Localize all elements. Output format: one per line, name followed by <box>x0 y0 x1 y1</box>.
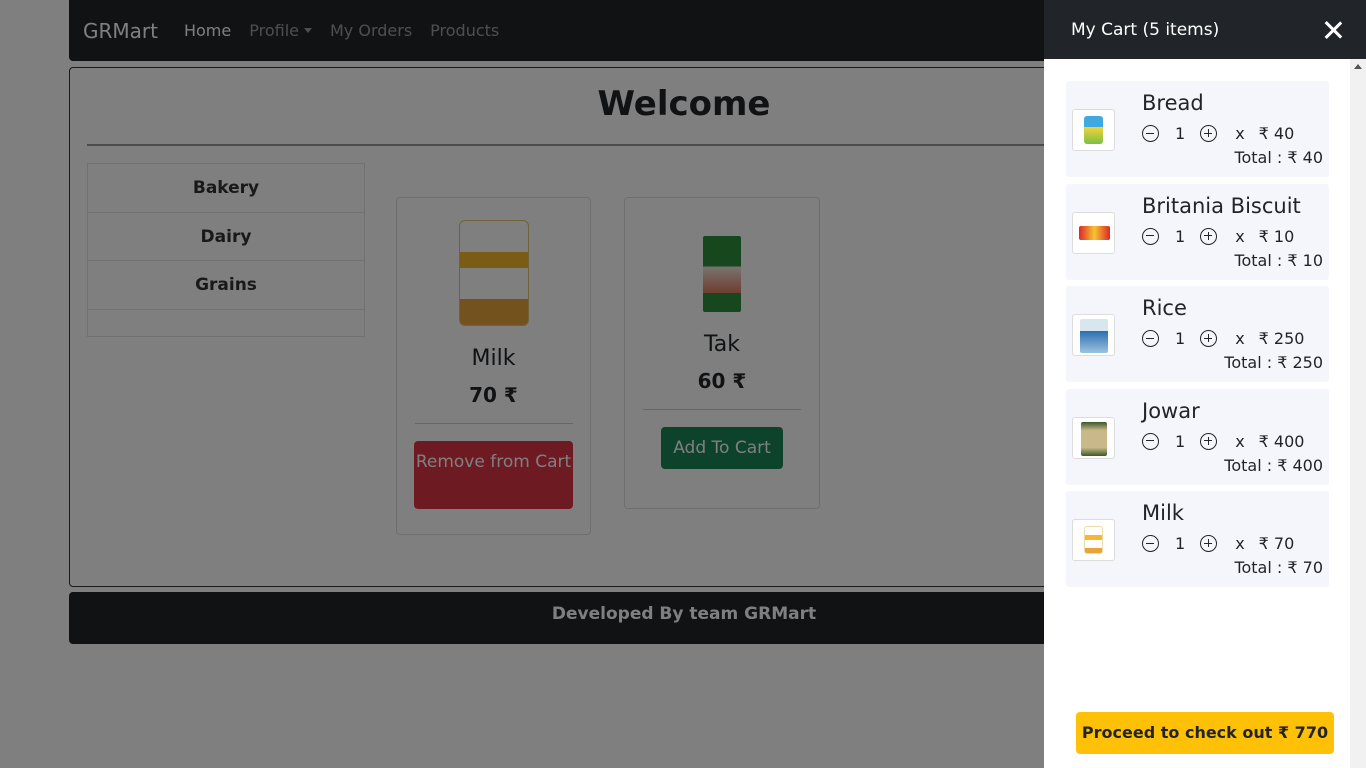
item-total: Total : ₹ 10 <box>1234 250 1323 270</box>
quantity-stepper: 1 x ₹ 40 <box>1142 124 1294 143</box>
plus-circle-icon[interactable] <box>1200 432 1218 450</box>
milk-image <box>1084 526 1103 554</box>
item-unit-price: ₹ 10 <box>1258 226 1295 246</box>
plus-circle-icon[interactable] <box>1200 535 1218 552</box>
item-total: Total : ₹ 400 <box>1224 455 1323 475</box>
item-thumbnail <box>1072 519 1115 561</box>
cart-item-jowar: Jowar 1 x ₹ 400 Total : ₹ 400 <box>1066 388 1329 485</box>
cart-item-milk: Milk 1 x ₹ 70 Total : ₹ 70 <box>1066 491 1329 587</box>
item-quantity: 1 <box>1175 226 1186 246</box>
minus-circle-icon[interactable] <box>1142 227 1159 245</box>
item-quantity: 1 <box>1175 329 1186 348</box>
checkout-button[interactable]: Proceed to check out ₹ 770 <box>1076 712 1334 754</box>
rice-image <box>1080 319 1108 353</box>
cart-item-rice: Rice 1 x ₹ 250 Total : ₹ 250 <box>1066 286 1329 382</box>
item-total: Total : ₹ 250 <box>1224 353 1323 372</box>
item-name: Rice <box>1142 296 1187 320</box>
cart-offcanvas: My Cart (5 items) Bread 1 x ₹ 40 Total :… <box>1044 0 1366 768</box>
quantity-stepper: 1 x ₹ 70 <box>1142 534 1294 553</box>
cart-item-list: Bread 1 x ₹ 40 Total : ₹ 40 Britania Bis… <box>1066 81 1329 594</box>
multiply-sign: x <box>1235 534 1245 553</box>
item-quantity: 1 <box>1175 534 1186 553</box>
item-unit-price: ₹ 40 <box>1258 124 1295 143</box>
item-thumbnail <box>1072 314 1115 356</box>
plus-circle-icon[interactable] <box>1200 330 1218 347</box>
multiply-sign: x <box>1235 329 1245 348</box>
minus-circle-icon[interactable] <box>1142 125 1159 142</box>
cart-item-bread: Bread 1 x ₹ 40 Total : ₹ 40 <box>1066 81 1329 177</box>
item-name: Jowar <box>1142 398 1200 423</box>
item-quantity: 1 <box>1175 124 1186 143</box>
scroll-up-arrow-icon[interactable] <box>1354 64 1362 69</box>
item-name: Milk <box>1142 501 1184 525</box>
plus-circle-icon[interactable] <box>1200 125 1218 142</box>
biscuit-image <box>1079 225 1110 240</box>
bread-image <box>1084 116 1103 144</box>
plus-circle-icon[interactable] <box>1200 227 1218 245</box>
cart-item-britania-biscuit: Britania Biscuit 1 x ₹ 10 Total : ₹ 10 <box>1066 183 1329 280</box>
jowar-image <box>1081 421 1107 456</box>
item-name: Britania Biscuit <box>1142 193 1301 218</box>
item-total: Total : ₹ 70 <box>1234 558 1323 577</box>
scrollbar[interactable] <box>1350 59 1366 768</box>
item-total: Total : ₹ 40 <box>1234 148 1323 167</box>
quantity-stepper: 1 x ₹ 10 <box>1142 227 1294 246</box>
item-thumbnail <box>1072 416 1115 459</box>
minus-circle-icon[interactable] <box>1142 432 1159 450</box>
item-unit-price: ₹ 70 <box>1258 534 1295 553</box>
item-unit-price: ₹ 400 <box>1258 431 1305 451</box>
cart-header: My Cart (5 items) <box>1044 0 1366 59</box>
item-unit-price: ₹ 250 <box>1258 329 1305 348</box>
multiply-sign: x <box>1235 226 1245 246</box>
close-icon[interactable] <box>1324 21 1342 39</box>
item-thumbnail <box>1072 109 1115 151</box>
minus-circle-icon[interactable] <box>1142 330 1159 347</box>
item-thumbnail <box>1072 211 1115 254</box>
quantity-stepper: 1 x ₹ 400 <box>1142 432 1304 451</box>
minus-circle-icon[interactable] <box>1142 535 1159 552</box>
item-quantity: 1 <box>1175 431 1186 451</box>
quantity-stepper: 1 x ₹ 250 <box>1142 329 1304 348</box>
item-name: Bread <box>1142 91 1204 115</box>
multiply-sign: x <box>1235 431 1245 451</box>
multiply-sign: x <box>1235 124 1245 143</box>
cart-title: My Cart (5 items) <box>1071 19 1220 40</box>
